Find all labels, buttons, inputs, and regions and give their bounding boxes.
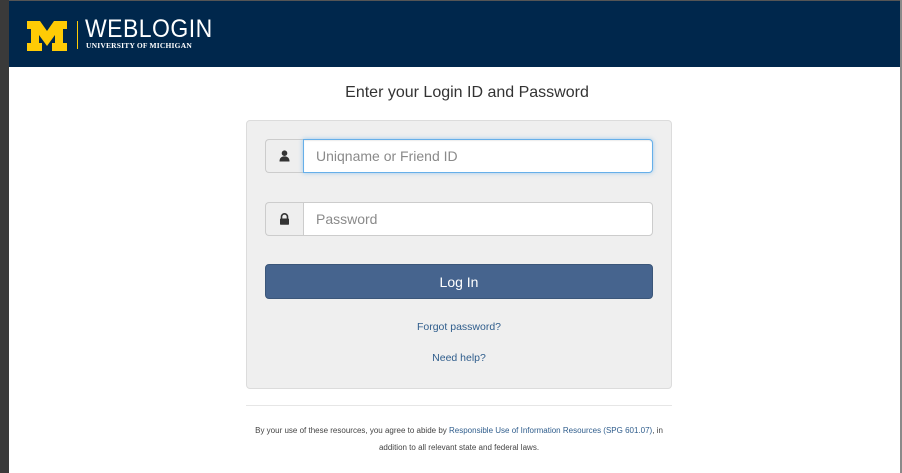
page-title: Enter your Login ID and Password: [345, 84, 589, 101]
login-panel: Log In Forgot password? Need help?: [246, 120, 672, 389]
lock-icon: [280, 213, 289, 225]
login-button[interactable]: Log In: [265, 264, 653, 299]
block-m-logo[interactable]: [27, 21, 67, 51]
need-help-link[interactable]: Need help?: [247, 352, 671, 364]
forgot-password-link[interactable]: Forgot password?: [247, 321, 671, 333]
terms-notice: By your use of these resources, you agre…: [240, 422, 678, 456]
left-border: [0, 0, 9, 473]
password-field-group: [265, 202, 653, 236]
browser-frame: WEBLOGIN UNIVERSITY OF MICHIGAN Enter yo…: [0, 0, 902, 473]
user-icon: [279, 150, 290, 162]
footer-divider: [246, 405, 672, 406]
app-title: WEBLOGIN: [85, 15, 213, 43]
university-subtitle: UNIVERSITY OF MICHIGAN: [86, 41, 192, 50]
password-addon: [265, 202, 303, 236]
terms-prefix: By your use of these resources, you agre…: [255, 426, 449, 435]
policy-link[interactable]: Responsible Use of Information Resources…: [449, 426, 652, 435]
username-field-group: [265, 139, 653, 173]
username-addon: [265, 139, 303, 173]
username-input[interactable]: [303, 139, 653, 173]
logo-divider: [77, 21, 78, 49]
password-input[interactable]: [303, 202, 653, 236]
site-header: WEBLOGIN UNIVERSITY OF MICHIGAN: [9, 1, 900, 67]
